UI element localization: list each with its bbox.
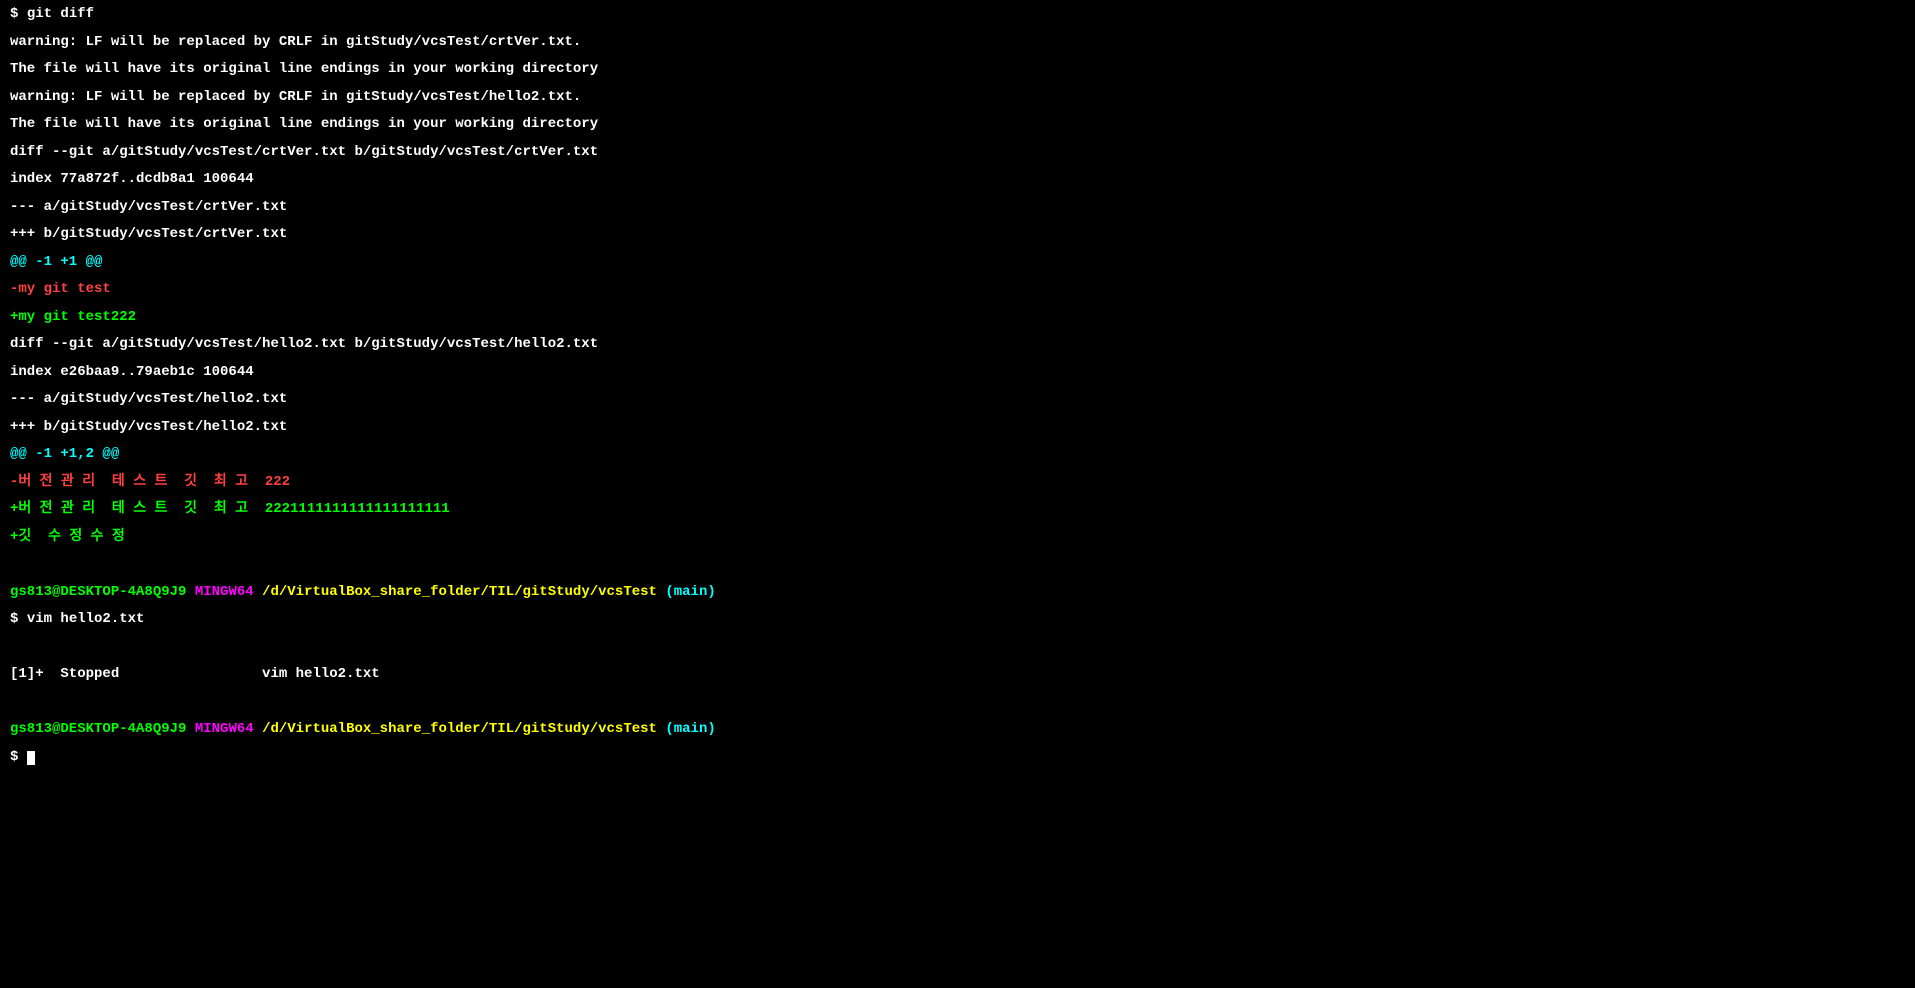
diff-header-2: diff --git a/gitStudy/vcsTest/hello2.txt… — [10, 338, 1905, 352]
output-warning-4: The file will have its original line end… — [10, 118, 1905, 132]
terminal-content: gs813@DESKTOP-4A8Q9J9 MINGW64 /d/Virtual… — [10, 0, 1905, 778]
prompt-dollar: $ — [10, 611, 27, 627]
diff-index-2: index e26baa9..79aeb1c 100644 — [10, 366, 1905, 380]
cursor-icon — [27, 751, 35, 765]
blank-line-2 — [10, 641, 1905, 655]
diff-plus-line-2a: +버 전 관 리 테 스 트 깃 최 고 2221111111111111111… — [10, 503, 1905, 517]
env-label: MINGW64 — [195, 721, 254, 737]
diff-minus-line-2: -버 전 관 리 테 스 트 깃 최 고 222 — [10, 476, 1905, 490]
stopped-line: [1]+ Stopped vim hello2.txt — [10, 668, 1905, 682]
prompt-dollar: $ — [10, 749, 27, 765]
path-label: /d/VirtualBox_share_folder/TIL/gitStudy/… — [262, 584, 657, 600]
diff-from-1: --- a/gitStudy/vcsTest/crtVer.txt — [10, 201, 1905, 215]
diff-to-1: +++ b/gitStudy/vcsTest/crtVer.txt — [10, 228, 1905, 242]
branch-label: (main) — [665, 584, 715, 600]
command-line-1: $ git diff — [10, 8, 1905, 22]
output-warning-2: The file will have its original line end… — [10, 63, 1905, 77]
prompt-dollar: $ — [10, 6, 27, 22]
user-host: gs813@DESKTOP-4A8Q9J9 — [10, 721, 186, 737]
env-label: MINGW64 — [195, 584, 254, 600]
diff-index-1: index 77a872f..dcdb8a1 100644 — [10, 173, 1905, 187]
diff-hunk-1: @@ -1 +1 @@ — [10, 256, 1905, 270]
output-warning-3: warning: LF will be replaced by CRLF in … — [10, 91, 1905, 105]
diff-plus-line-1: +my git test222 — [10, 311, 1905, 325]
user-host: gs813@DESKTOP-4A8Q9J9 — [10, 584, 186, 600]
blank-line-1 — [10, 558, 1905, 572]
command-input-line[interactable]: $ — [10, 751, 1905, 765]
diff-plus-line-2b: +깃 수 정 수 정 — [10, 531, 1905, 545]
command-line-2: $ vim hello2.txt — [10, 613, 1905, 627]
output-warning-1: warning: LF will be replaced by CRLF in … — [10, 36, 1905, 50]
diff-hunk-2: @@ -1 +1,2 @@ — [10, 448, 1905, 462]
diff-to-2: +++ b/gitStudy/vcsTest/hello2.txt — [10, 421, 1905, 435]
blank-line-3 — [10, 696, 1905, 710]
diff-minus-line-1: -my git test — [10, 283, 1905, 297]
terminal-window[interactable]: gs813@DESKTOP-4A8Q9J9 MINGW64 /d/Virtual… — [10, 0, 1905, 778]
path-label: /d/VirtualBox_share_folder/TIL/gitStudy/… — [262, 721, 657, 737]
command-text-2: vim hello2.txt — [27, 611, 145, 627]
prompt-line-2: gs813@DESKTOP-4A8Q9J9 MINGW64 /d/Virtual… — [10, 586, 1905, 600]
branch-label: (main) — [665, 721, 715, 737]
diff-header-1: diff --git a/gitStudy/vcsTest/crtVer.txt… — [10, 146, 1905, 160]
command-text: git diff — [27, 6, 94, 22]
prompt-line-3: gs813@DESKTOP-4A8Q9J9 MINGW64 /d/Virtual… — [10, 723, 1905, 737]
diff-from-2: --- a/gitStudy/vcsTest/hello2.txt — [10, 393, 1905, 407]
